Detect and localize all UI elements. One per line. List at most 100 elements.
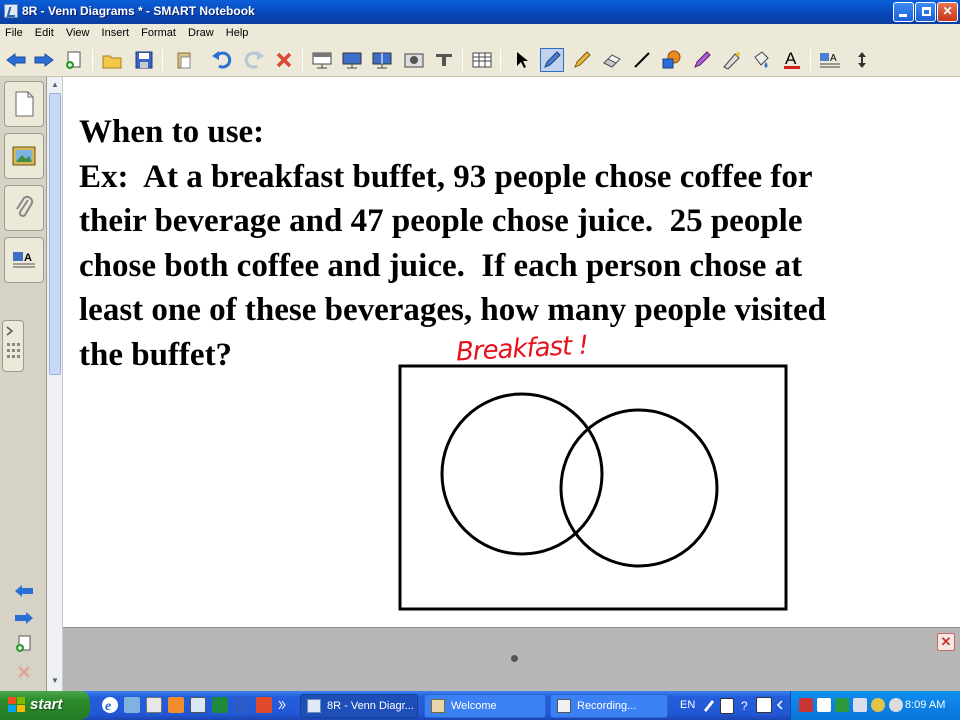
pen-tray-icon[interactable] xyxy=(702,698,716,714)
question-line-4: least one of these beverages, how many p… xyxy=(79,292,827,328)
smart-board-tray-icon[interactable] xyxy=(756,697,772,713)
dual-page-icon[interactable] xyxy=(370,48,394,72)
task-welcome[interactable]: Welcome xyxy=(424,694,546,718)
task-label: Recording... xyxy=(577,700,637,712)
menu-bar: File Edit View Insert Format Draw Help xyxy=(0,24,960,43)
svg-text:A: A xyxy=(785,49,797,68)
add-page-icon[interactable] xyxy=(62,48,86,72)
select-icon[interactable] xyxy=(510,48,534,72)
scroll-down-icon[interactable]: ▼ xyxy=(49,675,61,687)
page-heading: When to use: xyxy=(79,114,265,150)
tab-properties[interactable]: A xyxy=(4,237,44,283)
open-folder-icon[interactable] xyxy=(100,48,124,72)
tray-chevron-icon[interactable] xyxy=(775,697,785,713)
task-label: 8R - Venn Diagr... xyxy=(327,700,414,712)
tray-green-icon[interactable] xyxy=(835,698,849,712)
excel-icon[interactable] xyxy=(212,697,228,713)
move-toolbar-icon[interactable] xyxy=(850,48,874,72)
creative-pen-icon[interactable] xyxy=(570,48,594,72)
forward-arrow-icon[interactable] xyxy=(32,48,56,72)
start-button[interactable]: start xyxy=(0,691,90,720)
delete-page-icon[interactable] xyxy=(12,663,36,681)
menu-insert[interactable]: Insert xyxy=(97,24,134,39)
redo-icon[interactable] xyxy=(242,48,266,72)
tab-page-sorter[interactable] xyxy=(4,81,44,127)
properties-icon[interactable]: A xyxy=(818,48,842,72)
delete-icon[interactable] xyxy=(272,48,296,72)
task-smart-notebook[interactable]: 8R - Venn Diagr... xyxy=(300,694,418,718)
menu-help[interactable]: Help xyxy=(221,24,253,39)
properties-tab-icon: A xyxy=(13,252,35,268)
menu-file[interactable]: File xyxy=(0,24,27,39)
dock-handle[interactable] xyxy=(2,320,24,372)
restore-button[interactable] xyxy=(915,2,936,22)
svg-text:e: e xyxy=(105,699,111,713)
tray-app-icon[interactable] xyxy=(799,698,813,712)
menu-view[interactable]: View xyxy=(61,24,94,39)
tray-window-icon[interactable] xyxy=(817,698,831,712)
document-camera-icon[interactable] xyxy=(432,48,456,72)
screen-shade-icon[interactable] xyxy=(310,48,334,72)
fill-icon[interactable] xyxy=(720,48,744,72)
help-tray-icon[interactable]: ? xyxy=(738,698,752,714)
paste-icon[interactable] xyxy=(172,48,196,72)
add-page-side-icon[interactable] xyxy=(12,635,36,653)
paperclip-icon xyxy=(16,195,34,217)
document-icon[interactable] xyxy=(146,697,162,713)
minimize-button[interactable] xyxy=(893,2,914,22)
venn-diagram[interactable] xyxy=(398,330,790,614)
ie-icon[interactable]: e xyxy=(102,697,118,714)
line-icon[interactable] xyxy=(630,48,654,72)
system-tray: 8:09 AM xyxy=(790,691,960,720)
svg-text:A: A xyxy=(24,252,32,264)
previous-page-icon[interactable] xyxy=(12,582,36,600)
start-label: start xyxy=(30,696,63,713)
keyboard-tray-icon[interactable] xyxy=(720,698,734,714)
language-indicator[interactable]: EN xyxy=(680,699,695,711)
powerpoint-icon[interactable] xyxy=(256,697,272,713)
tray-speaker-icon[interactable] xyxy=(871,698,885,712)
undo-icon[interactable] xyxy=(210,48,234,72)
close-icon: ✕ xyxy=(940,634,952,649)
menu-edit[interactable]: Edit xyxy=(30,24,58,39)
shapes-icon[interactable] xyxy=(660,48,684,72)
scroll-up-icon[interactable]: ▲ xyxy=(49,79,61,91)
question-line-3: chose both coffee and juice. If each per… xyxy=(79,247,803,284)
word-icon[interactable] xyxy=(234,697,250,713)
magic-pen-icon[interactable] xyxy=(690,48,714,72)
tray-network-icon[interactable] xyxy=(853,698,867,712)
smart-notebook-task-icon xyxy=(307,699,321,713)
page-sorter-icon xyxy=(15,91,34,117)
properties-fill-icon[interactable] xyxy=(750,48,774,72)
table-icon[interactable] xyxy=(470,48,494,72)
menu-draw[interactable]: Draw xyxy=(183,24,218,39)
pen-icon[interactable] xyxy=(540,48,564,72)
close-panel-button[interactable]: ✕ xyxy=(937,633,955,651)
desktop-icon[interactable] xyxy=(124,697,140,713)
close-button[interactable]: ✕ xyxy=(937,2,958,22)
next-page-icon[interactable] xyxy=(12,609,36,627)
app-icon[interactable] xyxy=(190,697,206,713)
tab-attachments[interactable] xyxy=(4,185,44,231)
quicklaunch-chevron-icon[interactable] xyxy=(278,697,286,713)
full-screen-icon[interactable] xyxy=(340,48,364,72)
screen-capture-icon[interactable] xyxy=(402,48,426,72)
scroll-thumb[interactable] xyxy=(49,93,61,375)
save-icon[interactable] xyxy=(132,48,156,72)
main-toolbar: A A xyxy=(0,43,960,77)
tray-clock-icon[interactable] xyxy=(889,698,903,712)
question-line-2: their beverage and 47 people chose juice… xyxy=(79,203,803,239)
outlook-icon[interactable] xyxy=(168,697,184,713)
title-bar: 8R - Venn Diagrams * - SMART Notebook ✕ xyxy=(0,0,960,24)
text-icon[interactable]: A xyxy=(780,48,804,72)
eraser-icon[interactable] xyxy=(600,48,624,72)
welcome-task-icon xyxy=(431,699,445,713)
menu-format[interactable]: Format xyxy=(136,24,180,39)
smart-notebook-icon xyxy=(4,4,18,18)
tab-gallery[interactable] xyxy=(4,133,44,179)
task-recording[interactable]: Recording... xyxy=(550,694,668,718)
back-arrow-icon[interactable] xyxy=(4,48,28,72)
restore-icon xyxy=(922,7,931,16)
clock[interactable]: 8:09 AM xyxy=(905,699,945,711)
page-scrollbar[interactable]: ▲ ▼ xyxy=(47,77,63,691)
